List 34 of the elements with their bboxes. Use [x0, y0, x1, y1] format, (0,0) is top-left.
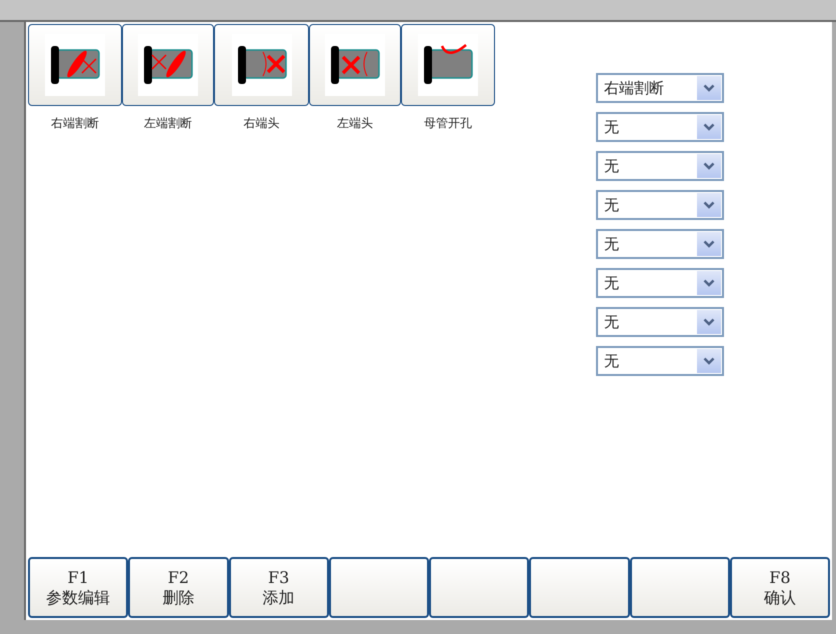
function-key[interactable]: F2 删除 [128, 557, 228, 618]
chevron-down-icon [703, 123, 715, 131]
tool-button[interactable] [214, 24, 309, 106]
chevron-down-icon [703, 162, 715, 170]
tool-button[interactable] [28, 24, 122, 106]
tool-button[interactable] [122, 24, 214, 106]
blank-key[interactable] [328, 557, 429, 618]
dropdown[interactable]: 无 [596, 151, 724, 181]
function-key[interactable]: F8 确认 [730, 557, 830, 618]
tool-label: 左端头 [337, 116, 373, 130]
dropdown[interactable]: 无 [596, 268, 724, 298]
chevron-down-icon [703, 84, 715, 92]
blank-key[interactable] [529, 557, 630, 618]
chevron-down-icon [703, 318, 715, 326]
tool-button[interactable] [401, 24, 495, 106]
dropdown[interactable]: 无 [596, 307, 724, 337]
function-key[interactable]: F1 参数编辑 [28, 557, 128, 618]
function-key[interactable]: F3 添加 [228, 557, 329, 618]
chevron-down-icon [703, 279, 715, 287]
tool-label: 右端割断 [51, 116, 99, 130]
tool-label: 母管开孔 [424, 116, 472, 130]
dropdown[interactable]: 无 [596, 112, 724, 142]
chevron-down-icon [703, 357, 715, 365]
chevron-down-icon [703, 201, 715, 209]
tool-label: 左端割断 [144, 116, 192, 130]
dropdown[interactable]: 无 [596, 229, 724, 259]
blank-key[interactable] [429, 557, 530, 618]
tool-label: 右端头 [244, 116, 280, 130]
dropdown[interactable]: 无 [596, 346, 724, 376]
chevron-down-icon [703, 240, 715, 248]
blank-key[interactable] [630, 557, 730, 618]
dropdown[interactable]: 无 [596, 190, 724, 220]
tool-button[interactable] [309, 24, 401, 106]
dropdown[interactable]: 右端割断 [596, 73, 724, 103]
